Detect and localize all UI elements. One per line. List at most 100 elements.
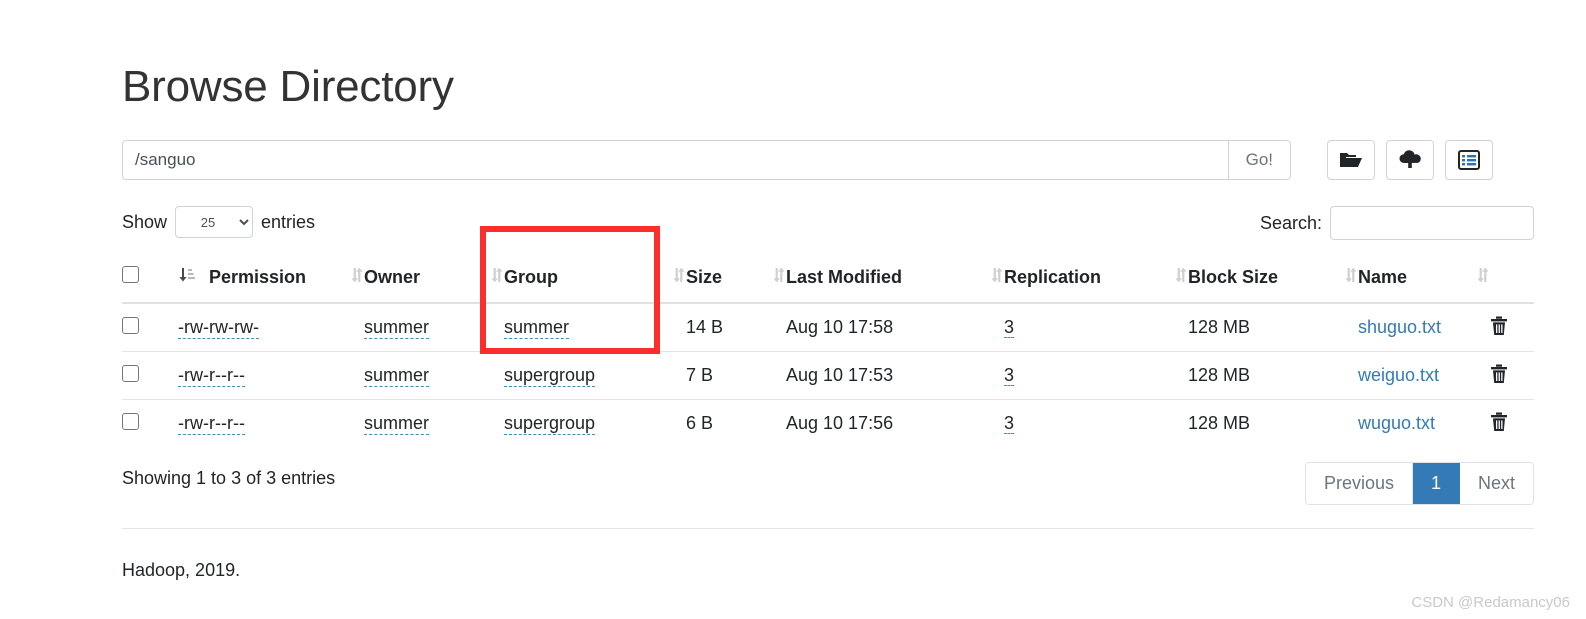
sort-icon bbox=[1146, 267, 1188, 288]
cloud-upload-icon-button[interactable] bbox=[1386, 140, 1434, 180]
cell-size: 7 B bbox=[686, 351, 786, 400]
page-length-select[interactable]: 25 bbox=[175, 206, 254, 238]
header-size[interactable]: Size bbox=[686, 258, 786, 304]
permission-link[interactable]: -rw-r--r-- bbox=[178, 413, 245, 435]
group-link[interactable]: supergroup bbox=[504, 413, 596, 435]
cell-block-size: 128 MB bbox=[1188, 351, 1358, 400]
row-checkbox[interactable] bbox=[122, 364, 139, 382]
pagination-next[interactable]: Next bbox=[1459, 463, 1533, 505]
header-group-label: Group bbox=[504, 266, 558, 287]
file-name-link[interactable]: weiguo.txt bbox=[1358, 365, 1439, 385]
search-label: Search: bbox=[1259, 212, 1322, 233]
cell-last-modified: Aug 10 17:53 bbox=[786, 351, 1004, 400]
cell-size: 6 B bbox=[686, 399, 786, 447]
directory-path-input[interactable] bbox=[122, 140, 1228, 180]
file-name-link[interactable]: wuguo.txt bbox=[1358, 413, 1435, 433]
table-row: -rw-r--r-- summer supergroup 6 B Aug 10 … bbox=[122, 399, 1534, 447]
pagination-previous[interactable]: Previous bbox=[1305, 463, 1413, 505]
cell-owner: summer bbox=[364, 303, 504, 352]
header-name[interactable]: Name bbox=[1358, 258, 1490, 304]
sort-icon bbox=[1448, 267, 1490, 288]
sort-amount-asc-icon bbox=[178, 266, 195, 288]
group-link[interactable]: supergroup bbox=[504, 365, 596, 387]
trash-icon bbox=[1490, 412, 1508, 435]
folder-open-icon-button[interactable] bbox=[1327, 140, 1375, 180]
header-last-modified[interactable]: Last Modified bbox=[786, 258, 1004, 304]
table-row: -rw-r--r-- summer supergroup 7 B Aug 10 … bbox=[122, 351, 1534, 400]
row-select-cell[interactable] bbox=[122, 351, 178, 400]
header-owner[interactable]: Owner bbox=[364, 258, 504, 304]
cell-permission: -rw-rw-rw- bbox=[178, 303, 364, 352]
row-checkbox[interactable] bbox=[122, 316, 139, 334]
cell-replication: 3 bbox=[1004, 303, 1188, 352]
sort-icon bbox=[322, 267, 364, 288]
sort-icon bbox=[962, 267, 1004, 288]
permission-link[interactable]: -rw-r--r-- bbox=[178, 365, 245, 387]
trash-icon bbox=[1490, 364, 1508, 387]
header-group[interactable]: Group bbox=[504, 258, 686, 304]
browse-directory-page: Browse Directory Go! bbox=[0, 0, 1586, 619]
show-label: Show bbox=[122, 211, 168, 232]
replication-link[interactable]: 3 bbox=[1004, 413, 1015, 434]
select-all-checkbox[interactable] bbox=[122, 266, 139, 283]
permission-link[interactable]: -rw-rw-rw- bbox=[178, 317, 259, 339]
cell-last-modified: Aug 10 17:58 bbox=[786, 317, 894, 337]
cell-replication: 3 bbox=[1004, 351, 1188, 400]
header-block-size-label: Block Size bbox=[1188, 266, 1279, 287]
file-table-container: Permission Owner Group Size Last Modifie… bbox=[122, 258, 1534, 447]
cloud-upload-icon bbox=[1398, 150, 1422, 170]
table-header-row: Permission Owner Group Size Last Modifie… bbox=[122, 258, 1534, 304]
cell-group: summer bbox=[504, 303, 686, 352]
cell-permission: -rw-r--r-- bbox=[178, 399, 364, 447]
sort-icon bbox=[1316, 267, 1358, 288]
header-last-modified-label: Last Modified bbox=[786, 266, 902, 287]
search-input[interactable] bbox=[1330, 206, 1534, 240]
cell-group: supergroup bbox=[504, 399, 686, 447]
table-info: Showing 1 to 3 of 3 entries bbox=[122, 468, 336, 488]
cell-block-size: 128 MB bbox=[1188, 317, 1251, 337]
path-toolbar: Go! bbox=[122, 140, 1534, 180]
file-table-body: -rw-rw-rw- summer summer 14 B Aug 10 17:… bbox=[122, 303, 1534, 447]
row-select-cell[interactable] bbox=[122, 399, 178, 447]
header-select-all[interactable] bbox=[122, 258, 178, 304]
delete-file-button[interactable] bbox=[1490, 316, 1508, 339]
header-permission-label: Permission bbox=[209, 266, 307, 287]
pagination: Previous 1 Next bbox=[1304, 462, 1534, 506]
table-footer: Showing 1 to 3 of 3 entries Previous 1 N… bbox=[122, 462, 1534, 506]
pagination-page-1[interactable]: 1 bbox=[1412, 463, 1460, 505]
owner-link[interactable]: summer bbox=[364, 365, 430, 387]
header-name-label: Name bbox=[1358, 266, 1408, 287]
replication-link[interactable]: 3 bbox=[1004, 317, 1015, 338]
cell-block-size: 128 MB bbox=[1188, 399, 1358, 447]
cell-owner: summer bbox=[364, 351, 504, 400]
row-checkbox[interactable] bbox=[122, 412, 139, 430]
header-permission[interactable]: Permission bbox=[178, 258, 364, 304]
sort-icon bbox=[644, 267, 686, 288]
go-button[interactable]: Go! bbox=[1227, 140, 1291, 180]
cell-name: wuguo.txt bbox=[1358, 399, 1490, 447]
toolbar-icon-group bbox=[1327, 140, 1493, 180]
group-link[interactable]: summer bbox=[504, 317, 570, 339]
cell-size: 14 B bbox=[686, 317, 724, 337]
header-replication[interactable]: Replication bbox=[1004, 258, 1188, 304]
list-alt-icon bbox=[1458, 150, 1480, 170]
file-name-link[interactable]: shuguo.txt bbox=[1358, 317, 1441, 337]
owner-link[interactable]: summer bbox=[364, 413, 430, 435]
list-alt-icon-button[interactable] bbox=[1445, 140, 1493, 180]
cell-actions bbox=[1490, 399, 1534, 447]
table-row: -rw-rw-rw- summer summer 14 B Aug 10 17:… bbox=[122, 303, 1534, 352]
header-block-size[interactable]: Block Size bbox=[1188, 258, 1358, 304]
owner-link[interactable]: summer bbox=[364, 317, 430, 339]
sort-icon bbox=[744, 267, 786, 288]
table-controls: Show 25 entries Search: bbox=[122, 206, 1534, 246]
folder-open-icon bbox=[1339, 150, 1363, 170]
delete-file-button[interactable] bbox=[1490, 412, 1508, 435]
cell-replication: 3 bbox=[1004, 399, 1188, 447]
cell-actions bbox=[1490, 303, 1534, 352]
replication-link[interactable]: 3 bbox=[1004, 365, 1015, 386]
footer-divider bbox=[122, 528, 1534, 529]
trash-icon bbox=[1490, 316, 1508, 339]
row-select-cell[interactable] bbox=[122, 303, 178, 352]
delete-file-button[interactable] bbox=[1490, 364, 1508, 387]
sort-icon bbox=[462, 267, 504, 288]
